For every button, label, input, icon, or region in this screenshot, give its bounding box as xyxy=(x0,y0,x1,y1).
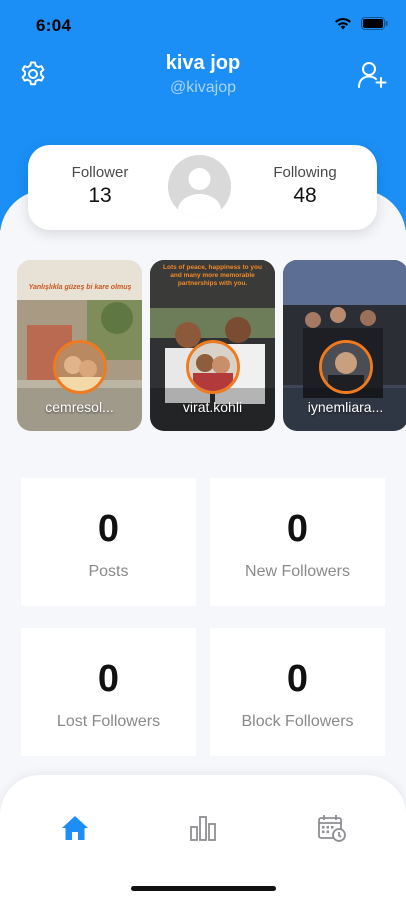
default-avatar-icon xyxy=(168,155,231,218)
posts-label: Posts xyxy=(88,563,129,580)
block-followers-label: Block Followers xyxy=(241,713,354,730)
wifi-icon xyxy=(335,18,351,30)
status-icons xyxy=(334,17,388,30)
bar-chart-icon xyxy=(190,816,216,841)
status-bar: 6:04 xyxy=(0,0,406,50)
nav-home-button[interactable] xyxy=(60,813,90,843)
story-caption: Yanlışlıkla güzeş bi kare olmuş xyxy=(28,284,132,291)
follow-stats-card: Follower 13 Following 48 xyxy=(28,145,377,230)
avatar[interactable] xyxy=(168,155,231,218)
story-avatar xyxy=(319,340,373,394)
posts-count: 0 xyxy=(97,508,120,550)
follower-count: 13 xyxy=(88,184,112,207)
new-followers-label: New Followers xyxy=(245,563,350,580)
block-followers-count: 0 xyxy=(286,658,309,700)
lost-followers-count: 0 xyxy=(97,658,120,700)
story-username: iynemliara... xyxy=(307,399,384,415)
status-time: 6:04 xyxy=(36,16,72,35)
nav-stats-button[interactable] xyxy=(188,813,218,843)
posts-tile[interactable]: 0 Posts xyxy=(21,478,196,606)
add-user-icon xyxy=(358,62,387,88)
block-followers-tile[interactable]: 0 Block Followers xyxy=(210,628,385,756)
calendar-icon xyxy=(318,815,346,842)
add-user-button[interactable] xyxy=(357,60,387,90)
story-username: cemresol... xyxy=(45,399,114,415)
following-stat[interactable]: Following 48 xyxy=(250,164,360,208)
story-avatar xyxy=(53,340,107,394)
following-label: Following xyxy=(273,164,337,181)
story-card[interactable]: Yanlışlıkla güzeş bi kare olmuş cemresol… xyxy=(17,260,142,431)
new-followers-tile[interactable]: 0 New Followers xyxy=(210,478,385,606)
home-icon xyxy=(62,816,88,840)
follower-label: Follower xyxy=(71,164,129,181)
stories-carousel[interactable]: Yanlışlıkla güzeş bi kare olmuş cemresol… xyxy=(17,260,406,431)
battery-icon xyxy=(361,17,388,30)
bottom-nav xyxy=(0,775,406,900)
story-card[interactable]: iynemliara... xyxy=(283,260,406,431)
following-count: 48 xyxy=(293,184,317,207)
story-card[interactable]: Lots of peace, happiness to you and many… xyxy=(150,260,275,431)
story-avatar xyxy=(186,340,240,394)
new-followers-count: 0 xyxy=(286,508,309,550)
profile-handle: @kivajop xyxy=(169,79,237,96)
nav-calendar-button[interactable] xyxy=(317,813,347,843)
lost-followers-label: Lost Followers xyxy=(56,713,161,730)
story-caption: Lots of peace, happiness to you and many… xyxy=(163,264,262,287)
story-username: virat.kohli xyxy=(182,399,243,415)
lost-followers-tile[interactable]: 0 Lost Followers xyxy=(21,628,196,756)
profile-name: kiva jop xyxy=(165,52,241,74)
follower-stat[interactable]: Follower 13 xyxy=(45,164,155,208)
home-indicator xyxy=(131,886,276,891)
